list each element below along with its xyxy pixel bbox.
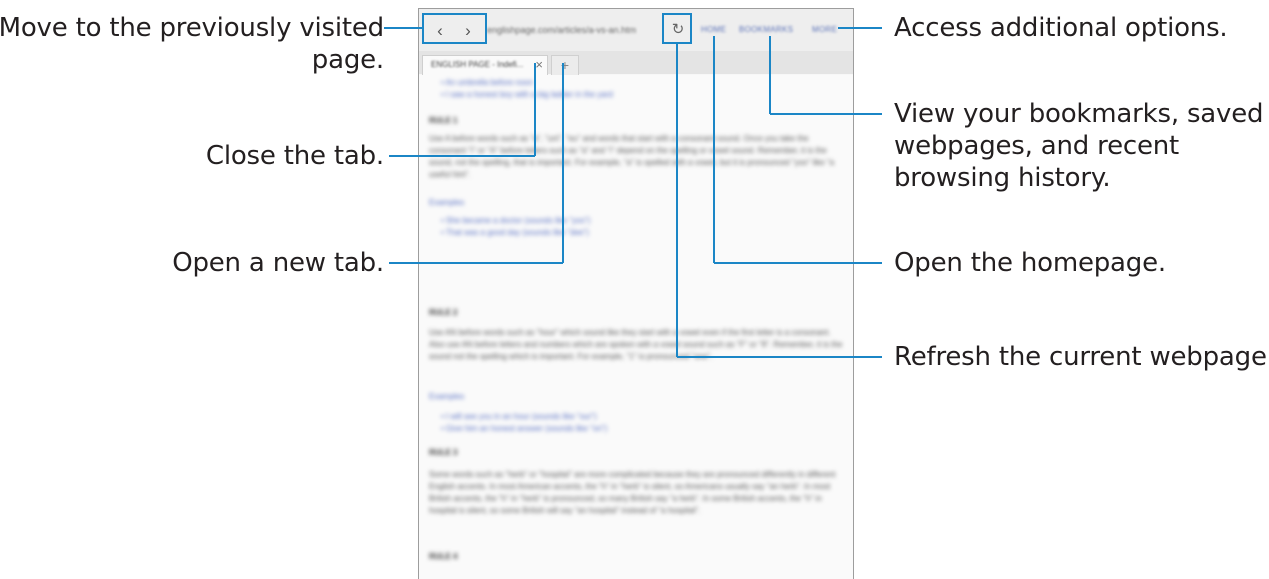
callout-close-tab: Close the tab.	[205, 141, 384, 171]
list-item[interactable]: • That was a good day (sounds like "dee"…	[441, 227, 853, 239]
list-item[interactable]: • An umbrella before noon	[441, 77, 853, 89]
new-tab-button[interactable]: +	[551, 55, 579, 75]
callout-more: Access additional options.	[894, 13, 1228, 43]
examples-label: Examples	[429, 198, 465, 207]
more-button[interactable]: MORE	[812, 22, 837, 38]
tab-bar: ENGLISH PAGE - Indefi... × +	[419, 51, 853, 75]
browser-toolbar: ‹ › englishpage.com/articles/a-vs-an.htm…	[419, 9, 853, 52]
browser-screen: ‹ › englishpage.com/articles/a-vs-an.htm…	[418, 8, 854, 579]
chevron-right-icon[interactable]: ›	[457, 20, 479, 42]
list-item[interactable]: • She became a doctor (sounds like "yoo"…	[441, 215, 853, 227]
callout-back-forward: Move to the previously visited page.	[0, 13, 384, 75]
webpage-content: • An umbrella before noon • I saw a hone…	[419, 75, 853, 579]
callout-refresh: Refresh the current webpage.	[894, 342, 1269, 372]
tab-title: ENGLISH PAGE - Indefi...	[431, 60, 524, 69]
refresh-icon[interactable]: ↻	[667, 19, 689, 41]
examples-label: Examples	[429, 392, 465, 401]
list-item[interactable]: • I will see you in an hour (sounds like…	[441, 411, 853, 423]
paragraph: Use A before words such as "a", "uni", "…	[429, 134, 835, 179]
section-heading: RULE 2	[429, 308, 458, 317]
browser-tab[interactable]: ENGLISH PAGE - Indefi... ×	[422, 55, 548, 75]
chevron-left-icon[interactable]: ‹	[429, 20, 451, 42]
list-item[interactable]: • Give him an honest answer (sounds like…	[441, 423, 853, 435]
callout-bookmarks: View your bookmarks, saved webpages, and…	[894, 99, 1264, 193]
callout-home: Open the homepage.	[894, 248, 1166, 278]
callout-new-tab: Open a new tab.	[172, 248, 384, 278]
section-heading: RULE 1	[429, 116, 458, 125]
home-button[interactable]: HOME	[701, 22, 726, 38]
bookmarks-button[interactable]: BOOKMARKS	[739, 22, 793, 38]
section-heading: RULE 4	[429, 552, 458, 561]
address-bar[interactable]: englishpage.com/articles/a-vs-an.htm	[487, 20, 663, 40]
paragraph: Some words such as "herb" or "hospital" …	[429, 470, 836, 515]
list-item[interactable]: • I saw a honest boy with a big ladder i…	[441, 89, 853, 101]
paragraph: Use AN before words such as "hour" which…	[429, 328, 843, 361]
section-heading: RULE 3	[429, 448, 458, 457]
close-icon[interactable]: ×	[535, 57, 543, 73]
